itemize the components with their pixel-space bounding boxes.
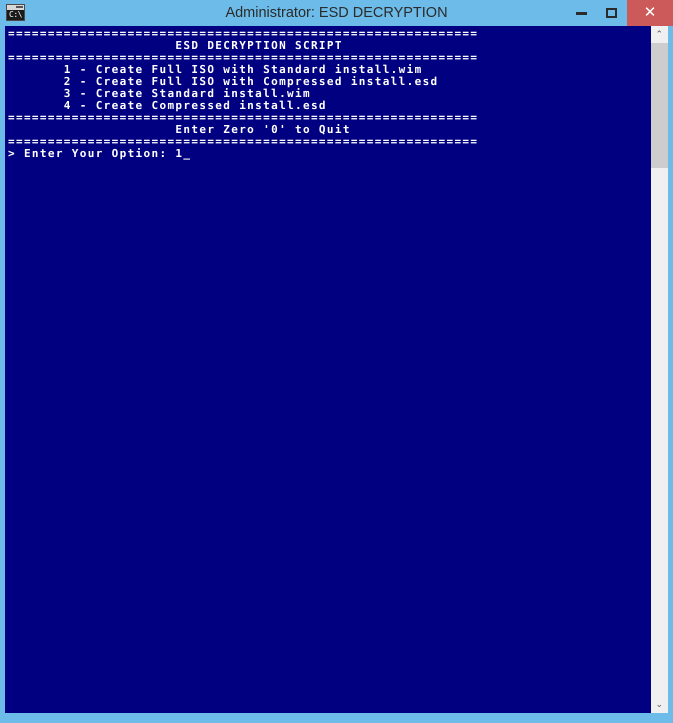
close-icon: ✕ — [643, 4, 657, 21]
console-output: ========================================… — [8, 27, 479, 160]
maximize-button[interactable] — [596, 0, 627, 26]
console-scrollbar[interactable]: ⌃ ⌄ — [651, 26, 668, 713]
window-controls: ✕ — [565, 0, 673, 26]
scrollbar-thumb[interactable] — [651, 43, 668, 168]
window-border-bottom — [0, 713, 673, 723]
chevron-down-icon: ⌄ — [655, 698, 664, 709]
console-window: C:\ Administrator: ESD DECRYPTION ✕ ====… — [0, 0, 673, 723]
chevron-up-icon: ⌃ — [655, 28, 664, 39]
window-border-left — [0, 26, 5, 723]
minimize-icon — [575, 12, 587, 15]
console-client-area[interactable]: ========================================… — [5, 26, 668, 713]
window-border-right — [668, 26, 673, 723]
scrollbar-up-button[interactable]: ⌃ — [651, 26, 668, 43]
scrollbar-down-button[interactable]: ⌄ — [651, 696, 668, 713]
title-bar[interactable]: C:\ Administrator: ESD DECRYPTION ✕ — [0, 0, 673, 26]
minimize-button[interactable] — [565, 0, 596, 26]
maximize-icon — [605, 8, 617, 18]
close-button[interactable]: ✕ — [627, 0, 673, 26]
